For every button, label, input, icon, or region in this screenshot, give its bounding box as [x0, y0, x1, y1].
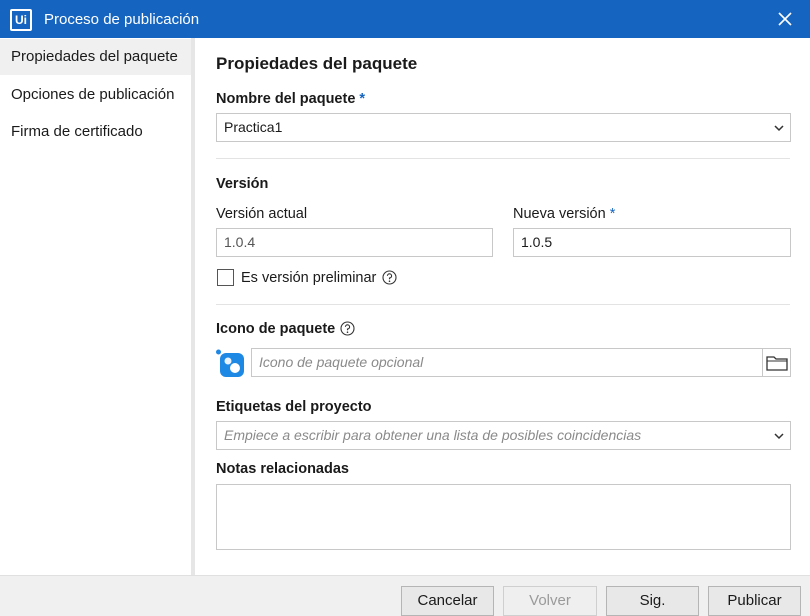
package-name-value: Practica1 — [224, 119, 283, 135]
help-icon[interactable] — [382, 270, 397, 285]
prerelease-label: Es versión preliminar — [241, 270, 377, 286]
release-notes-textarea[interactable] — [216, 484, 791, 550]
package-default-icon — [216, 349, 244, 377]
close-icon[interactable] — [774, 8, 796, 30]
sidebar-item-publish-options[interactable]: Opciones de publicación — [0, 77, 191, 113]
project-tags-placeholder: Empiece a escribir para obtener una list… — [224, 427, 642, 443]
new-version-value: 1.0.5 — [521, 234, 553, 250]
version-section-label: Versión — [216, 176, 269, 192]
cancel-button[interactable]: Cancelar — [401, 586, 494, 616]
new-version-label-text: Nueva versión — [513, 206, 606, 222]
divider — [216, 304, 790, 305]
divider — [216, 158, 790, 159]
required-mark: * — [609, 206, 616, 222]
prerelease-checkbox[interactable] — [217, 269, 234, 286]
browse-button[interactable] — [762, 348, 791, 377]
new-version-label: Nueva versión * — [513, 206, 615, 222]
title-bar: Ui Proceso de publicación — [0, 0, 810, 38]
new-version-input[interactable]: 1.0.5 — [513, 228, 791, 257]
publish-button[interactable]: Publicar — [708, 586, 801, 616]
sidebar-item-certificate-signing[interactable]: Firma de certificado — [0, 114, 191, 150]
release-notes-label: Notas relacionadas — [216, 461, 349, 477]
package-name-label-text: Nombre del paquete — [216, 91, 356, 107]
back-button[interactable]: Volver — [503, 586, 597, 616]
project-tags-label: Etiquetas del proyecto — [216, 399, 372, 415]
page-title: Propiedades del paquete — [216, 54, 418, 73]
current-version-label: Versión actual — [216, 206, 308, 222]
chevron-down-icon — [774, 125, 784, 132]
sidebar-item-package-properties[interactable]: Propiedades del paquete — [0, 39, 191, 75]
chevron-down-icon — [774, 433, 784, 440]
help-icon[interactable] — [340, 321, 355, 336]
package-name-label: Nombre del paquete * — [216, 91, 365, 107]
next-button[interactable]: Sig. — [606, 586, 699, 616]
package-icon-label: Icono de paquete — [216, 321, 336, 337]
folder-icon — [766, 356, 788, 371]
package-icon-input[interactable]: Icono de paquete opcional — [251, 348, 763, 377]
main-panel: Propiedades del paquete Nombre del paque… — [195, 38, 810, 575]
current-version-value: 1.0.4 — [224, 234, 256, 250]
footer-bar: Cancelar Volver Sig. Publicar — [0, 575, 810, 616]
package-icon-placeholder: Icono de paquete opcional — [259, 354, 424, 370]
current-version-field: 1.0.4 — [216, 228, 493, 257]
uipath-logo-icon: Ui — [10, 9, 32, 31]
project-tags-input[interactable]: Empiece a escribir para obtener una list… — [216, 421, 791, 450]
sidebar: Propiedades del paquete Opciones de publ… — [0, 38, 191, 575]
required-mark: * — [359, 91, 366, 107]
package-name-select[interactable]: Practica1 — [216, 113, 791, 142]
window-title: Proceso de publicación — [44, 11, 200, 28]
